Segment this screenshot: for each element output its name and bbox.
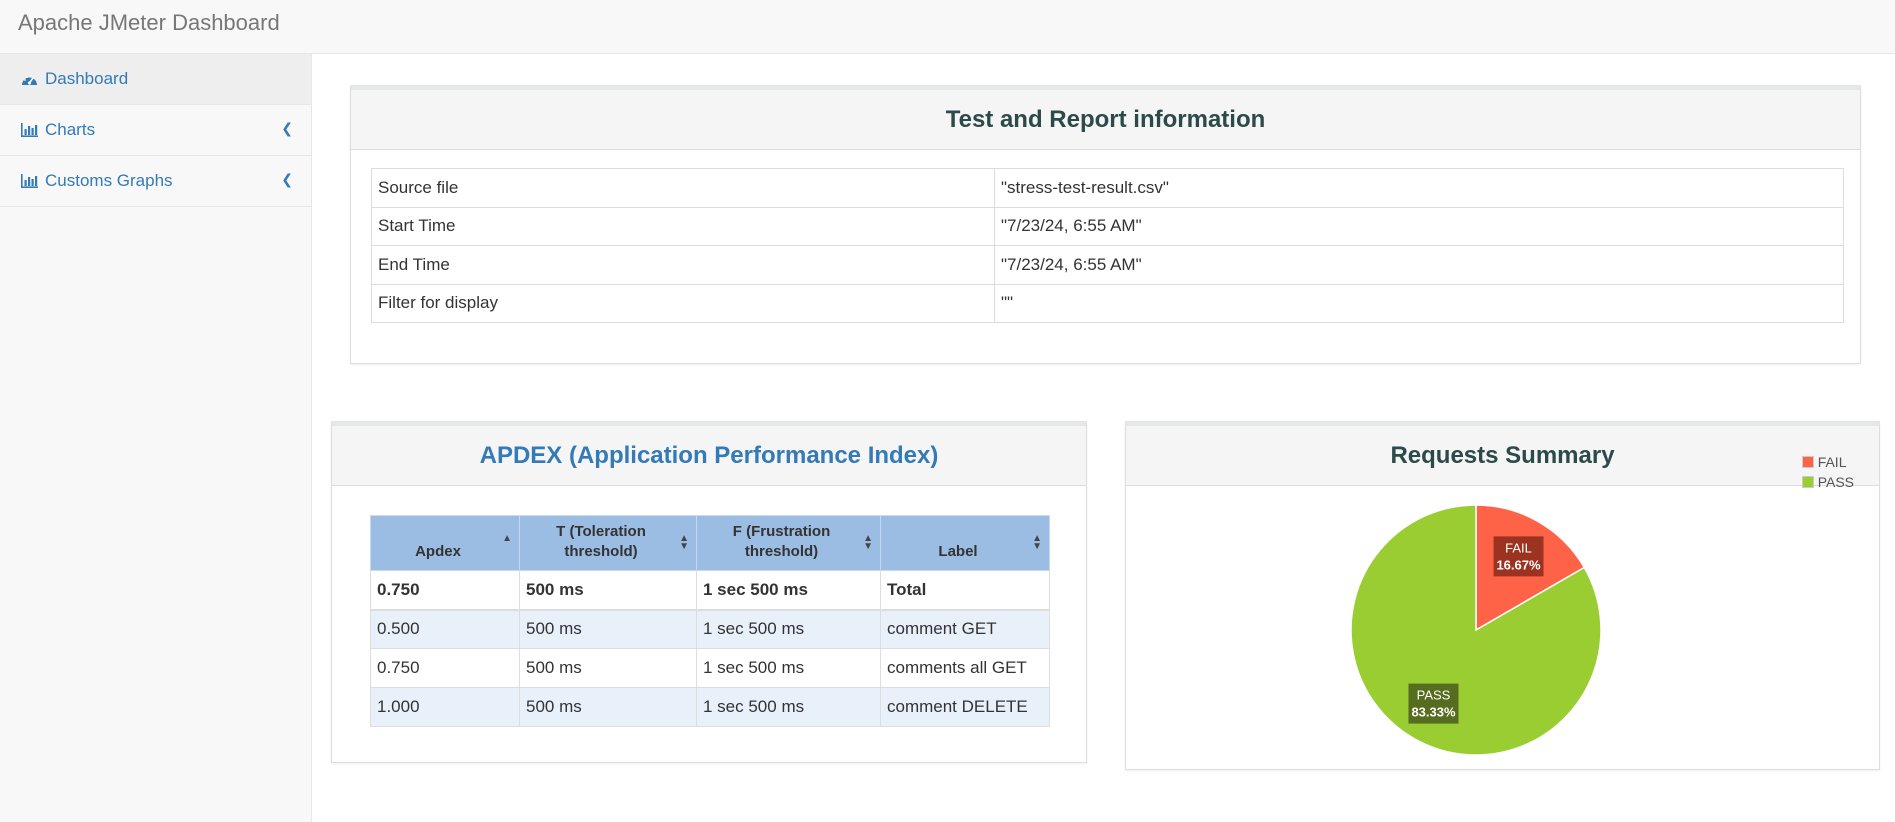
table-row: Source file "stress-test-result.csv" (371, 168, 1844, 208)
chevron-left-icon[interactable]: ❮ (281, 120, 293, 137)
sort-both-icon: ▲ ▼ (679, 533, 689, 552)
frustration-cell: 1 sec 500 ms (696, 570, 881, 611)
dashboard-icon (20, 70, 38, 88)
legend-label: FAIL (1817, 454, 1847, 470)
frustration-cell: 1 sec 500 ms (696, 609, 881, 649)
chevron-left-icon[interactable]: ❮ (281, 171, 293, 188)
top-navbar: Apache JMeter Dashboard (0, 0, 1895, 54)
chart-legend: FAIL PASS (1801, 452, 1854, 492)
legend-label: PASS (1817, 474, 1854, 490)
label-cell: comments all GET (880, 648, 1050, 688)
table-row: End Time "7/23/24, 6:55 AM" (371, 245, 1844, 285)
info-value: "" (994, 283, 1844, 323)
slice-label-percent: 83.33% (1411, 705, 1456, 720)
sidebar-item-charts[interactable]: Charts ❮ (0, 105, 311, 156)
apdex-cell: 1.000 (370, 687, 520, 727)
info-key: Filter for display (371, 283, 995, 323)
bar-chart-icon (20, 172, 38, 190)
table-row: Filter for display "" (371, 283, 1844, 323)
sidebar-item-customs-graphs[interactable]: Customs Graphs ❮ (0, 156, 311, 207)
bar-chart-icon (20, 121, 38, 139)
sidebar-item-label: Dashboard (45, 69, 129, 88)
sidebar-item-label: Customs Graphs (45, 171, 173, 190)
slice-label-percent: 16.67% (1496, 557, 1541, 572)
info-value: "stress-test-result.csv" (994, 168, 1844, 208)
requests-summary-panel: Requests Summary FAIL 16.67% PASS 83.33% FA… (1125, 421, 1880, 770)
label-cell: comment GET (880, 609, 1050, 649)
legend-item-pass[interactable]: PASS (1801, 472, 1854, 492)
info-key: Source file (371, 168, 995, 208)
sidebar-item-dashboard[interactable]: Dashboard (0, 54, 311, 105)
total-row: 0.750 500 ms 1 sec 500 ms Total (370, 570, 1050, 611)
requests-summary-title: Requests Summary (1126, 426, 1879, 486)
apdex-cell: 0.750 (370, 570, 520, 611)
table-row: Start Time "7/23/24, 6:55 AM" (371, 206, 1844, 246)
apdex-cell: 0.500 (370, 609, 520, 649)
toleration-cell: 500 ms (519, 570, 697, 611)
app-title[interactable]: Apache JMeter Dashboard (18, 10, 280, 36)
toleration-cell: 500 ms (519, 687, 697, 727)
legend-swatch (1801, 456, 1814, 468)
column-header-toleration[interactable]: T (Toleration threshold) ▲ ▼ (519, 515, 697, 571)
info-value: "7/23/24, 6:55 AM" (994, 206, 1844, 246)
slice-label-fail: FAIL 16.67% (1493, 536, 1544, 577)
sidebar: Dashboard Charts ❮ Customs Graphs ❮ (0, 54, 312, 822)
table-header-row: Apdex ▲ T (Toleration threshold) ▲ ▼ F (F… (370, 515, 1050, 571)
info-value: "7/23/24, 6:55 AM" (994, 245, 1844, 285)
pie-chart[interactable]: FAIL 16.67% PASS 83.33% (1126, 486, 1879, 765)
slice-label-name: PASS (1417, 688, 1451, 703)
column-header-label[interactable]: Label ▲ ▼ (880, 515, 1050, 571)
slice-label-pass: PASS 83.33% (1408, 683, 1459, 724)
label-cell: Total (880, 570, 1050, 611)
column-header-frustration[interactable]: F (Frustration threshold) ▲ ▼ (696, 515, 881, 571)
column-header-apdex[interactable]: Apdex ▲ (370, 515, 520, 571)
legend-item-fail[interactable]: FAIL (1801, 452, 1854, 472)
frustration-cell: 1 sec 500 ms (696, 687, 881, 727)
toleration-cell: 500 ms (519, 648, 697, 688)
report-info-panel: Test and Report information Source file … (350, 85, 1861, 364)
toleration-cell: 500 ms (519, 609, 697, 649)
table-row: 0.500 500 ms 1 sec 500 ms comment GET (370, 609, 1050, 649)
apdex-table: Apdex ▲ T (Toleration threshold) ▲ ▼ F (F… (370, 515, 1050, 727)
frustration-cell: 1 sec 500 ms (696, 648, 881, 688)
sidebar-item-label: Charts (45, 120, 96, 139)
apdex-cell: 0.750 (370, 648, 520, 688)
report-info-table: Source file "stress-test-result.csv" Sta… (371, 168, 1844, 323)
apdex-panel: APDEX (Application Performance Index) Ap… (331, 421, 1087, 763)
info-key: End Time (371, 245, 995, 285)
report-info-title: Test and Report information (351, 90, 1860, 150)
slice-label-name: FAIL (1505, 540, 1532, 555)
legend-swatch (1801, 476, 1814, 488)
sort-both-icon: ▲ ▼ (1032, 533, 1042, 552)
label-cell: comment DELETE (880, 687, 1050, 727)
info-key: Start Time (371, 206, 995, 246)
sort-asc-icon: ▲ (502, 533, 512, 544)
table-row: 0.750 500 ms 1 sec 500 ms comments all G… (370, 648, 1050, 688)
sort-both-icon: ▲ ▼ (863, 533, 873, 552)
table-row: 1.000 500 ms 1 sec 500 ms comment DELETE (370, 687, 1050, 727)
apdex-title[interactable]: APDEX (Application Performance Index) (332, 426, 1086, 486)
